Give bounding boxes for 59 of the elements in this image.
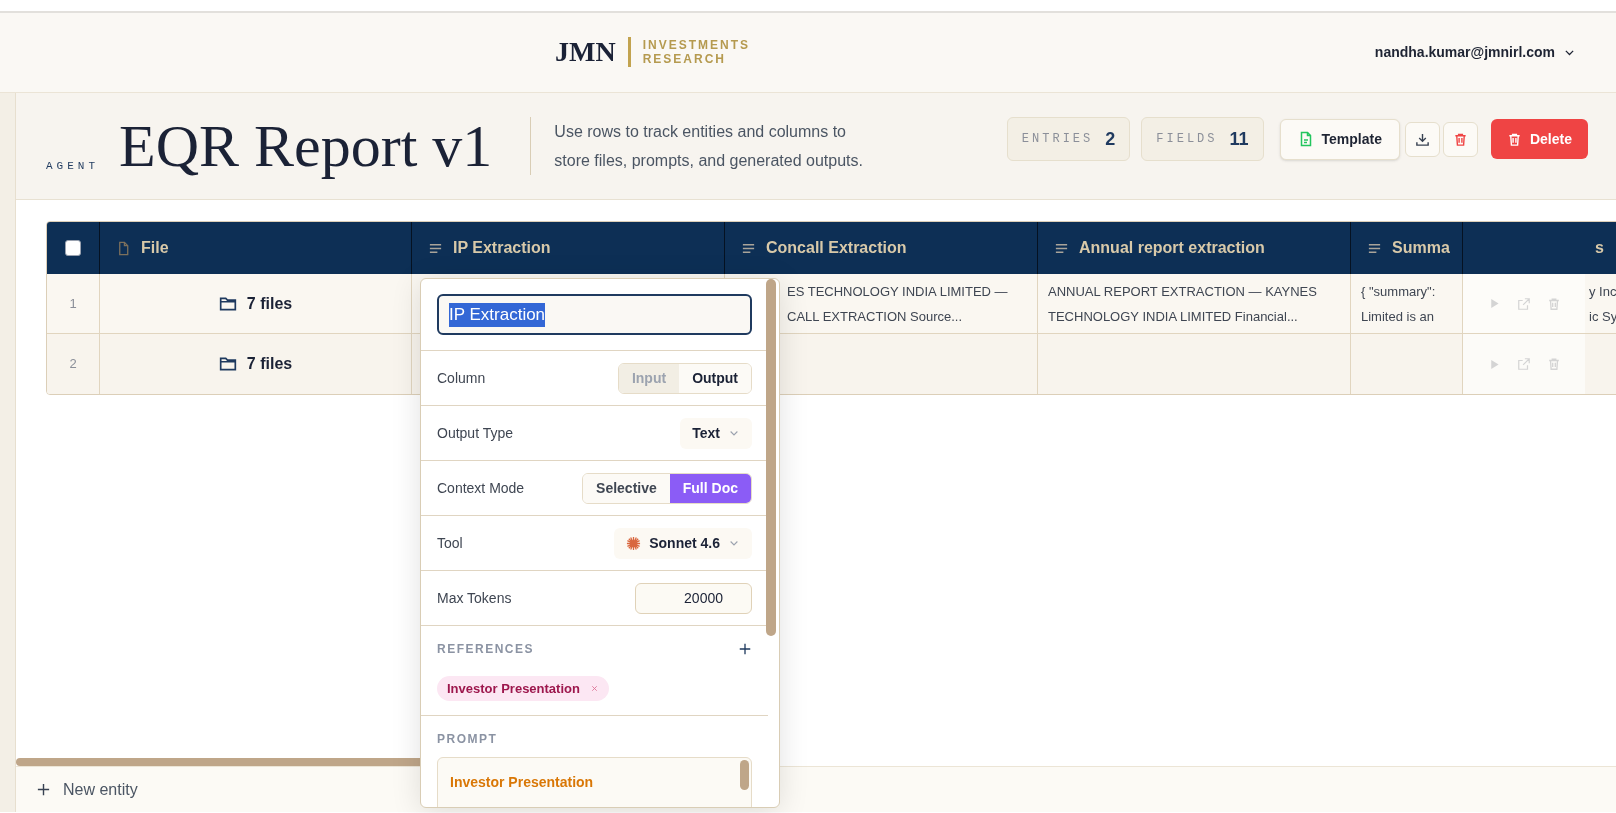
download-icon xyxy=(1414,131,1430,147)
row-number: 2 xyxy=(69,355,77,374)
close-icon[interactable] xyxy=(589,684,599,693)
agent-label: AGENT xyxy=(46,158,99,174)
prompt-title: Investor Presentation xyxy=(450,774,594,790)
number-field[interactable]: 20000 xyxy=(635,582,752,614)
trash-icon[interactable] xyxy=(1546,357,1561,371)
file-count[interactable]: 7 files xyxy=(246,352,293,376)
folder-icon xyxy=(218,355,237,373)
reference-tag[interactable]: Investor Presentation xyxy=(437,676,609,701)
segment-option[interactable]: Selective xyxy=(583,473,670,503)
download-button[interactable] xyxy=(1404,121,1440,157)
trash-icon xyxy=(1506,131,1522,147)
user-menu[interactable]: nandha.kumar@jmnirl.com xyxy=(1374,42,1576,63)
field-label: Context Mode xyxy=(437,478,525,498)
field-label: Max Tokens xyxy=(437,588,512,608)
logo-text: RESEARCH xyxy=(642,52,727,66)
column-header[interactable]: File xyxy=(141,236,169,260)
trash-button[interactable] xyxy=(1442,121,1478,157)
logo-mark: JMN xyxy=(555,38,616,66)
section-heading: PROMPT xyxy=(437,731,499,748)
trash-icon[interactable] xyxy=(1546,296,1561,311)
checkbox[interactable] xyxy=(65,240,81,256)
dropdown[interactable]: Text xyxy=(680,417,752,449)
stat-badge: ENTRIES 2 xyxy=(1006,117,1131,161)
trash-icon xyxy=(1452,131,1468,147)
row-number: 1 xyxy=(69,294,77,313)
stat-badge: FIELDS 11 xyxy=(1141,117,1264,161)
field-label: Column xyxy=(437,368,486,388)
plus-icon[interactable] xyxy=(738,642,752,656)
column-name-field[interactable]: IP Extraction xyxy=(437,294,752,335)
external-link-icon[interactable] xyxy=(1516,296,1531,311)
segment-option[interactable]: Output xyxy=(679,363,751,393)
field-label: Tool xyxy=(437,533,463,553)
dropdown[interactable]: Sonnet 4.6 xyxy=(614,527,752,559)
plus-icon xyxy=(36,782,51,797)
column-header[interactable]: s xyxy=(1595,236,1604,260)
file-icon xyxy=(116,240,131,256)
delete-button[interactable]: Delete xyxy=(1490,119,1588,159)
file-count[interactable]: 7 files xyxy=(246,291,293,316)
column-header[interactable]: Summa xyxy=(1392,236,1450,260)
template-button[interactable]: Template xyxy=(1279,118,1400,160)
new-entity-button[interactable]: New entity xyxy=(36,777,138,802)
scrollbar[interactable] xyxy=(766,279,776,636)
logo-text: INVESTMENTS xyxy=(642,38,750,52)
cell-text: { "summary": Limited is an xyxy=(1361,282,1437,326)
sparkle-icon xyxy=(626,535,642,551)
external-link-icon[interactable] xyxy=(1516,357,1531,371)
column-header[interactable]: IP Extraction xyxy=(453,236,551,260)
cell-text: ES TECHNOLOGY INDIA LIMITED — CALL EXTRACTION Source... xyxy=(787,282,1009,326)
segment-option[interactable]: Full Doc xyxy=(669,473,751,503)
field-label: Output Type xyxy=(437,423,513,443)
scrollbar[interactable] xyxy=(16,758,420,766)
section-heading: REFERENCES xyxy=(437,641,534,658)
cell-text: ANNUAL REPORT EXTRACTION — KAYNES TECHNOLOGY INDIA LIMITED Financial... xyxy=(1048,282,1318,326)
column-header[interactable]: Concall Extraction xyxy=(766,236,907,260)
scrollbar[interactable] xyxy=(740,760,749,790)
column-header[interactable]: Annual report extraction xyxy=(1079,236,1265,260)
agent-description: Use rows to track entities and columns to store files, prompts, and generated outputs. xyxy=(554,122,864,171)
